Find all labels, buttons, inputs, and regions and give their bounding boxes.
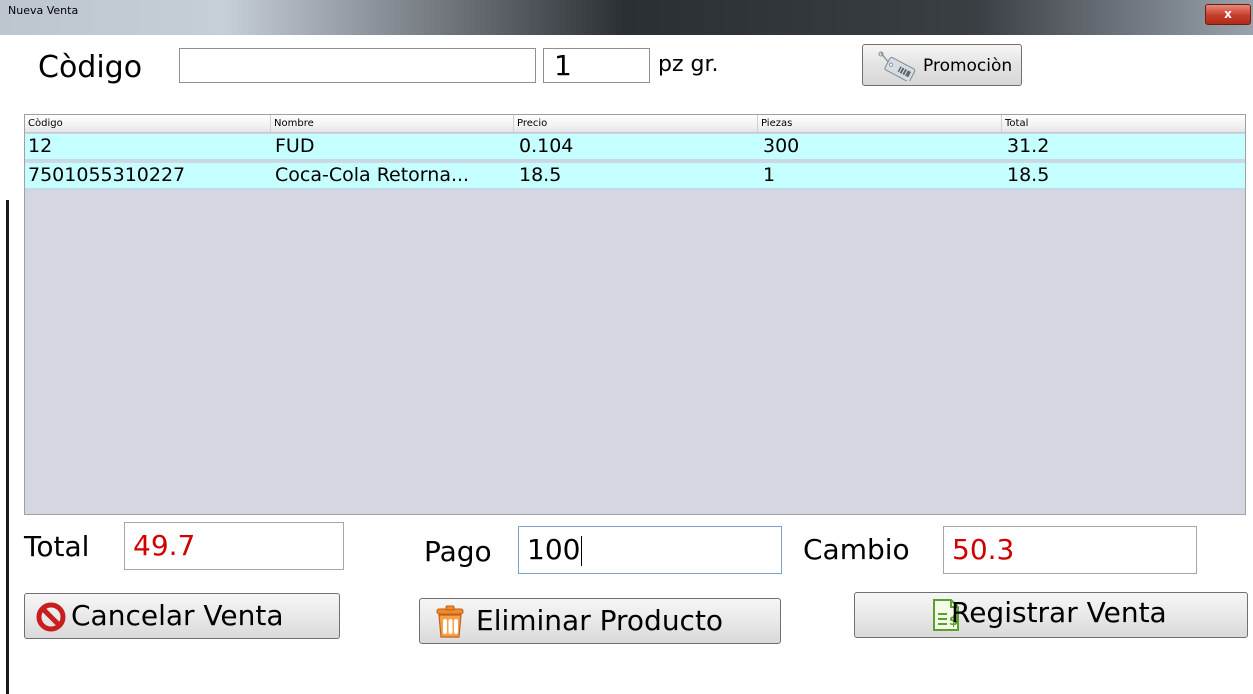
cancelar-venta-label: Cancelar Venta <box>71 599 284 632</box>
column-header-nombre[interactable]: Nombre <box>271 115 514 132</box>
pago-input[interactable]: 100 <box>518 526 782 574</box>
cell-piezas: 1 <box>763 164 776 186</box>
promocion-label: Promociòn <box>923 56 1013 76</box>
text-caret <box>581 536 583 566</box>
registrar-venta-label: Registrar Venta <box>951 596 1167 629</box>
close-button[interactable]: x <box>1205 4 1251 25</box>
cell-codigo: 12 <box>28 135 53 157</box>
trash-icon <box>434 605 466 646</box>
cell-nombre: FUD <box>275 135 315 157</box>
window-title: Nueva Venta <box>8 4 79 17</box>
table-row[interactable]: 7501055310227 Coca-Cola Retorna... 18.5 … <box>25 163 1245 191</box>
cell-precio: 0.104 <box>519 135 574 157</box>
cell-piezas: 300 <box>763 135 800 157</box>
unit-label: pz gr. <box>658 52 719 77</box>
eliminar-producto-button[interactable]: Eliminar Producto <box>419 598 781 644</box>
cancelar-venta-button[interactable]: Cancelar Venta <box>24 593 340 639</box>
pago-label: Pago <box>424 535 492 568</box>
codigo-input[interactable] <box>179 48 536 83</box>
cell-codigo: 7501055310227 <box>28 164 186 186</box>
codigo-label: Còdigo <box>38 50 143 85</box>
prohibited-icon <box>36 602 66 639</box>
eliminar-producto-label: Eliminar Producto <box>476 604 724 637</box>
cell-total: 18.5 <box>1007 164 1050 186</box>
column-header-codigo[interactable]: Còdigo <box>25 115 271 132</box>
registrar-venta-button[interactable]: $ Registrar Venta <box>854 592 1248 638</box>
table-header: Còdigo Nombre Precio Piezas Total <box>25 115 1245 133</box>
quantity-input[interactable]: 1 <box>543 48 650 83</box>
column-header-total[interactable]: Total <box>1002 115 1245 132</box>
window-left-edge <box>6 200 9 694</box>
title-bar: Nueva Venta x <box>0 0 1253 35</box>
table-row[interactable]: 12 FUD 0.104 300 31.2 <box>25 134 1245 162</box>
cambio-value: 50.3 <box>943 526 1197 574</box>
price-tag-icon <box>873 51 917 83</box>
total-value: 49.7 <box>124 522 344 570</box>
cambio-label: Cambio <box>803 533 910 566</box>
cell-precio: 18.5 <box>519 164 562 186</box>
cell-total: 31.2 <box>1007 135 1050 157</box>
total-label: Total <box>24 530 90 563</box>
column-header-precio[interactable]: Precio <box>514 115 758 132</box>
column-header-piezas[interactable]: Piezas <box>758 115 1002 132</box>
pago-value: 100 <box>527 533 581 566</box>
products-table[interactable]: Còdigo Nombre Precio Piezas Total 12 FUD… <box>24 114 1246 515</box>
cell-nombre: Coca-Cola Retorna... <box>275 164 470 186</box>
promocion-button[interactable]: Promociòn <box>862 44 1022 86</box>
